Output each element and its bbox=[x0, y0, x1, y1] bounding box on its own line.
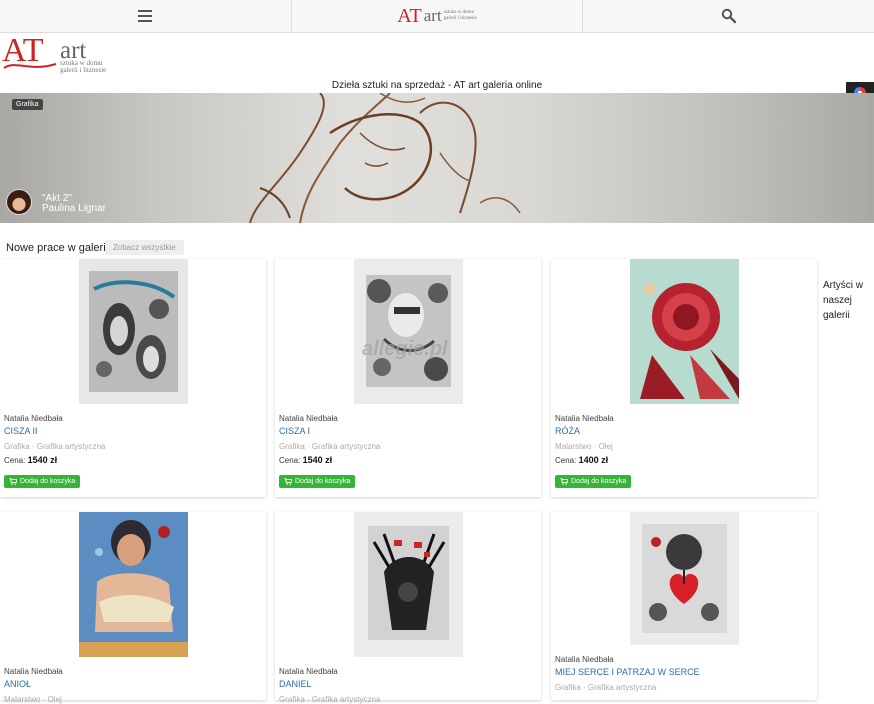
product-card[interactable]: Natalia Niedbała DANIEL Grafika · Grafik… bbox=[275, 512, 541, 704]
product-image[interactable] bbox=[354, 259, 463, 404]
search-icon bbox=[721, 8, 736, 24]
product-image[interactable] bbox=[630, 259, 739, 404]
logo-word: art bbox=[423, 6, 442, 25]
product-image[interactable] bbox=[79, 512, 188, 657]
price-value: 1540 zł bbox=[27, 455, 58, 465]
add-to-cart-label: Dodaj do koszyka bbox=[20, 478, 76, 485]
add-to-cart-button[interactable]: Dodaj do koszyka bbox=[555, 475, 632, 488]
artwork-aniol bbox=[79, 512, 188, 657]
product-image[interactable] bbox=[354, 512, 463, 657]
add-to-cart-button[interactable]: Dodaj do koszyka bbox=[279, 475, 356, 488]
artist-avatar[interactable] bbox=[6, 189, 32, 215]
product-title[interactable]: DANIEL bbox=[279, 679, 312, 689]
hero-artist-name[interactable]: Paulina Lignar bbox=[42, 203, 106, 214]
home-logo-link[interactable]: AT art sztuka w domu galerii i biznesie bbox=[292, 0, 584, 32]
price-label: Cena: bbox=[279, 456, 301, 465]
price-label: Cena: bbox=[555, 456, 577, 465]
product-artist[interactable]: Natalia Niedbała bbox=[4, 414, 63, 423]
cart-icon bbox=[560, 478, 568, 485]
product-artist[interactable]: Natalia Niedbała bbox=[555, 414, 614, 423]
add-to-cart-button[interactable]: Dodaj do koszyka bbox=[4, 475, 81, 488]
product-artist[interactable]: Natalia Niedbała bbox=[4, 667, 63, 676]
search-button[interactable] bbox=[583, 0, 874, 32]
logo-tagline: sztuka w domu galerii i biznesie bbox=[444, 10, 477, 22]
product-category: Malarstwo · Olej bbox=[555, 442, 613, 451]
product-card[interactable]: Natalia Niedbała ANIOŁ Malarstwo · Olej bbox=[0, 512, 266, 704]
product-card[interactable]: Natalia Niedbała CISZA I Grafika · Grafi… bbox=[275, 259, 541, 497]
artwork-miej-serce bbox=[642, 524, 727, 633]
cart-icon bbox=[284, 478, 292, 485]
artwork-cisza-2 bbox=[89, 271, 178, 392]
hero-banner[interactable]: Grafika "Akt 2" Paulina Lignar bbox=[0, 93, 874, 223]
product-card[interactable]: Natalia Niedbała CISZA II Grafika · Graf… bbox=[0, 259, 266, 497]
product-category: Grafika · Grafika artystyczna bbox=[4, 442, 106, 451]
hero-artwork bbox=[249, 93, 521, 223]
brand-tagline-2: galerii i biznesie bbox=[60, 66, 107, 74]
artwork-daniel bbox=[368, 526, 449, 640]
logo-tagline-1: sztuka w domu bbox=[443, 10, 474, 15]
product-artist[interactable]: Natalia Niedbała bbox=[279, 667, 338, 676]
product-title[interactable]: CISZA I bbox=[279, 426, 310, 436]
artwork-roza bbox=[630, 259, 739, 404]
price-label: Cena: bbox=[4, 456, 26, 465]
add-to-cart-label: Dodaj do koszyka bbox=[571, 478, 627, 485]
product-artist[interactable]: Natalia Niedbała bbox=[555, 655, 614, 664]
artwork-cisza-1 bbox=[366, 275, 451, 387]
product-image[interactable] bbox=[630, 512, 739, 645]
product-card[interactable]: Natalia Niedbała RÓŻA Malarstwo · Olej C… bbox=[551, 259, 817, 497]
logo-initials: AT bbox=[397, 4, 422, 27]
product-title[interactable]: ANIOŁ bbox=[4, 679, 31, 689]
product-card[interactable]: Natalia Niedbała MIEJ SERCE I PATRZAJ W … bbox=[551, 512, 817, 700]
see-all-button[interactable]: Zobacz wszystkie bbox=[105, 240, 184, 255]
mini-logo: AT art sztuka w domu galerii i biznesie bbox=[397, 5, 476, 28]
hamburger-icon bbox=[138, 10, 153, 22]
product-title[interactable]: CISZA II bbox=[4, 426, 38, 436]
product-category: Grafika · Grafika artystyczna bbox=[279, 442, 381, 451]
product-artist[interactable]: Natalia Niedbała bbox=[279, 414, 338, 423]
section-title: Nowe prace w galerii bbox=[6, 242, 109, 254]
site-title: Dzieła sztuki na sprzedaż - AT art galer… bbox=[331, 80, 543, 91]
product-title[interactable]: RÓŻA bbox=[555, 426, 580, 436]
product-price: Cena: 1540 zł bbox=[279, 455, 332, 465]
price-value: 1400 zł bbox=[578, 455, 609, 465]
product-image[interactable] bbox=[79, 259, 188, 404]
artists-heading[interactable]: Artyści w naszej galerii bbox=[823, 278, 871, 323]
add-to-cart-label: Dodaj do koszyka bbox=[295, 478, 351, 485]
brand-logo[interactable]: AT art sztuka w domu galerii i biznesie bbox=[2, 32, 122, 76]
product-price: Cena: 1400 zł bbox=[555, 455, 608, 465]
product-price: Cena: 1540 zł bbox=[4, 455, 57, 465]
cart-icon bbox=[9, 478, 17, 485]
logo-tagline-2: galerii i biznesie bbox=[443, 16, 477, 21]
menu-button[interactable] bbox=[0, 0, 292, 32]
brand-swoosh bbox=[3, 63, 57, 69]
price-value: 1540 zł bbox=[302, 455, 333, 465]
watermark: allegie.pl bbox=[362, 338, 448, 360]
product-category: Grafika · Grafika artystyczna bbox=[555, 683, 657, 692]
category-badge[interactable]: Grafika bbox=[12, 99, 43, 110]
product-title[interactable]: MIEJ SERCE I PATRZAJ W SERCE bbox=[555, 667, 700, 677]
top-navbar: AT art sztuka w domu galerii i biznesie bbox=[0, 0, 874, 33]
